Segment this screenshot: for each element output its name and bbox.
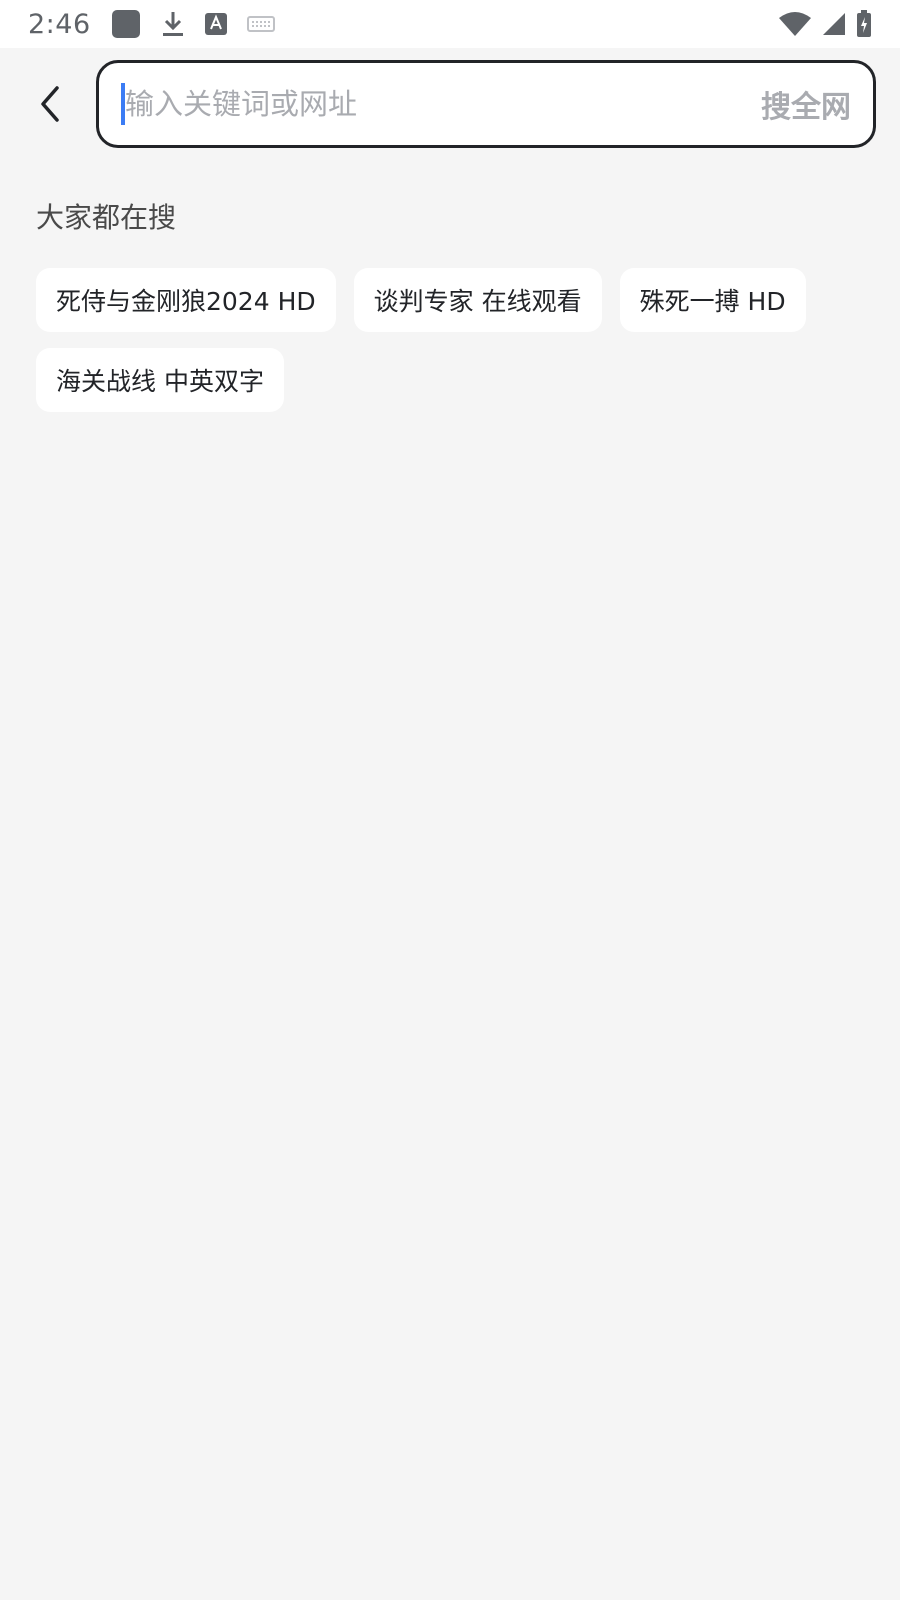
trending-tag[interactable]: 死侍与金刚狼2024 HD: [36, 268, 336, 332]
trending-tag[interactable]: 海关战线 中英双字: [36, 348, 284, 412]
search-all-button[interactable]: 搜全网: [749, 82, 851, 126]
keyboard-icon: [246, 15, 275, 33]
search-box[interactable]: 搜全网: [96, 60, 876, 148]
cellular-signal-icon: [822, 12, 846, 36]
wifi-icon: [778, 11, 812, 37]
trending-tag[interactable]: 谈判专家 在线观看: [353, 268, 602, 332]
search-input[interactable]: [125, 74, 749, 134]
trending-title: 大家都在搜: [36, 201, 177, 234]
status-icons-right: [778, 10, 872, 38]
status-bar: 2:46: [0, 0, 900, 48]
download-icon: [161, 10, 185, 38]
status-time: 2:46: [28, 8, 91, 40]
status-icons-left: [111, 9, 275, 39]
trending-tag[interactable]: 殊死一搏 HD: [619, 268, 806, 332]
font-a-icon: [204, 13, 227, 35]
back-button[interactable]: [20, 74, 80, 134]
search-row: 搜全网: [0, 60, 900, 148]
app-square-icon: [111, 9, 141, 39]
battery-charging-icon: [856, 10, 872, 38]
trending-tags: 死侍与金刚狼2024 HD 谈判专家 在线观看 殊死一搏 HD 海关战线 中英双…: [36, 268, 866, 412]
chevron-left-icon: [41, 86, 59, 122]
